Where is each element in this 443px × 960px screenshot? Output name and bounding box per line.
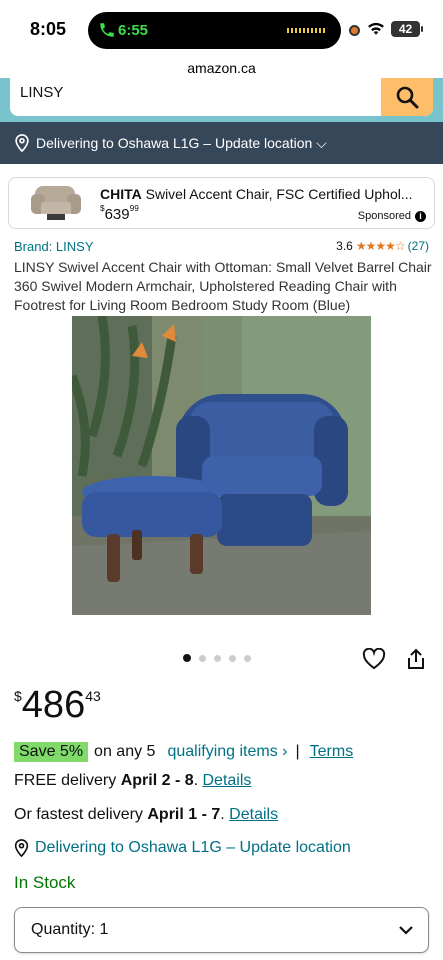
product-price: $48643	[14, 684, 101, 726]
search-icon	[396, 86, 419, 109]
pager-dot[interactable]	[229, 654, 236, 662]
fastest-delivery-details-link[interactable]: Details	[229, 806, 278, 823]
audio-wave-icon	[287, 28, 327, 33]
status-bar: 8:05 6:55 42	[0, 0, 443, 58]
delivery-location-text: Delivering to Oshawa L1G – Update locati…	[36, 134, 327, 151]
call-duration: 6:55	[118, 22, 149, 39]
rating-value: 3.6	[336, 239, 353, 253]
address-bar[interactable]: amazon.ca	[0, 60, 443, 76]
quantity-label: Quantity: 1	[31, 921, 109, 938]
terms-link[interactable]: Terms	[310, 743, 354, 761]
rating[interactable]: 3.6 ★★★★☆ (27)	[336, 239, 429, 253]
pager-dot[interactable]	[214, 654, 221, 662]
pager-dot[interactable]	[183, 654, 191, 662]
save-badge: Save 5%	[14, 742, 89, 762]
sponsored-label[interactable]: Sponsored i	[358, 210, 426, 222]
search-box[interactable]: LINSY	[10, 78, 433, 116]
pager-dot[interactable]	[244, 654, 251, 662]
image-pager[interactable]	[183, 654, 251, 662]
free-delivery-details-link[interactable]: Details	[203, 772, 252, 789]
share-icon[interactable]	[406, 648, 426, 670]
battery-icon: 42	[391, 21, 423, 37]
phone-icon	[100, 23, 114, 37]
quantity-select[interactable]: Quantity: 1	[14, 907, 429, 953]
ad-title[interactable]: CHITA Swivel Accent Chair, FSC Certified…	[100, 186, 430, 202]
clock: 8:05	[30, 19, 67, 39]
location-pin-icon	[14, 839, 29, 857]
qualifying-items-link[interactable]: qualifying items ›	[167, 743, 287, 761]
product-image[interactable]	[72, 316, 371, 615]
stock-status: In Stock	[14, 873, 76, 892]
location-pin-icon	[15, 134, 29, 152]
delivery-location-link[interactable]: Delivering to Oshawa L1G – Update locati…	[14, 839, 351, 857]
wifi-icon	[368, 22, 384, 35]
separator: |	[295, 743, 300, 760]
star-rating-icon: ★★★★☆	[355, 239, 406, 253]
heart-icon[interactable]	[362, 648, 386, 670]
camera-indicator-icon	[349, 25, 360, 36]
fastest-delivery: Or fastest delivery April 1 - 7. Details	[14, 806, 279, 823]
save-text: on any 5	[94, 743, 156, 760]
sponsored-ad[interactable]: CHITA Swivel Accent Chair, FSC Certified…	[8, 177, 435, 229]
chevron-down-icon	[399, 926, 413, 935]
save-offer: Save 5% on any 5 qualifying items › | Te…	[14, 742, 353, 762]
pager-dot[interactable]	[199, 654, 206, 662]
info-icon[interactable]: i	[415, 210, 426, 222]
dynamic-island[interactable]: 6:55	[88, 12, 341, 49]
review-count[interactable]: (27)	[408, 239, 429, 253]
brand-link[interactable]: Brand: LINSY	[14, 239, 94, 254]
ad-product-image	[31, 186, 81, 220]
ad-price: $63999	[100, 204, 139, 223]
delivery-location-bar[interactable]: Delivering to Oshawa L1G – Update locati…	[0, 122, 443, 164]
search-button[interactable]	[381, 78, 433, 116]
search-input[interactable]: LINSY	[20, 84, 63, 101]
free-delivery: FREE delivery April 2 - 8. Details	[14, 772, 252, 789]
product-title: LINSY Swivel Accent Chair with Ottoman: …	[14, 259, 432, 313]
